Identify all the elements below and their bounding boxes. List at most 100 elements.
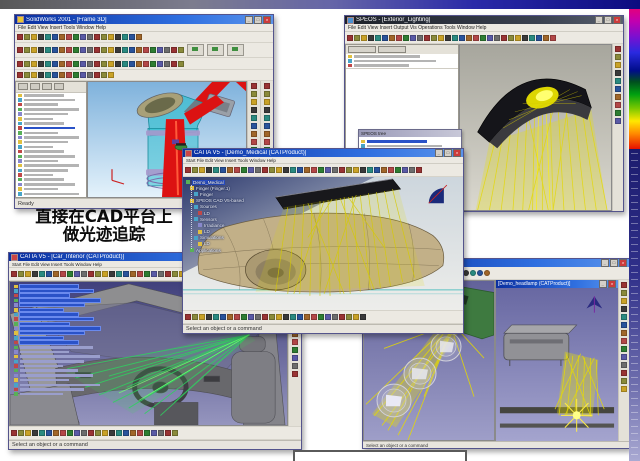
toolbar-icon[interactable] bbox=[45, 61, 51, 67]
toolbar-icon[interactable] bbox=[38, 34, 44, 40]
toolbar-icon[interactable] bbox=[143, 61, 149, 67]
toolbar-icon[interactable] bbox=[388, 167, 394, 173]
toolbar-icon[interactable] bbox=[459, 35, 465, 41]
toolbar-icon[interactable] bbox=[59, 34, 65, 40]
toolbar-icon[interactable] bbox=[116, 430, 122, 436]
toolbar-icon[interactable] bbox=[66, 47, 72, 53]
toolbar-icon[interactable] bbox=[151, 430, 157, 436]
toolbar-icon[interactable] bbox=[292, 355, 298, 361]
viewport-carbody[interactable]: Demo_Medical Finger (Finger.1) Finger SP… bbox=[183, 177, 463, 310]
toolbar-icon[interactable] bbox=[95, 271, 101, 277]
right-tool-column[interactable] bbox=[612, 44, 623, 211]
toolbar-icon[interactable] bbox=[375, 35, 381, 41]
toolbar-icon[interactable] bbox=[615, 70, 621, 76]
toolbar-icon[interactable] bbox=[25, 271, 31, 277]
toolbar-icon[interactable] bbox=[25, 430, 31, 436]
toolbar-icon[interactable] bbox=[353, 314, 359, 320]
toolbar-icon[interactable] bbox=[101, 47, 107, 53]
child-close-button[interactable]: x bbox=[608, 280, 616, 288]
toolbar-icon[interactable] bbox=[360, 314, 366, 320]
toolbar-icon[interactable] bbox=[136, 47, 142, 53]
toolbar-icon[interactable] bbox=[615, 78, 621, 84]
toolbar-icon[interactable] bbox=[241, 167, 247, 173]
toolbar[interactable] bbox=[183, 164, 463, 177]
toolbar-icon[interactable] bbox=[621, 330, 627, 336]
minimize-button[interactable]: _ bbox=[245, 16, 253, 24]
toolbar-icon[interactable] bbox=[192, 314, 198, 320]
toolbar-icon[interactable] bbox=[87, 47, 93, 53]
menubar[interactable]: Start File Edit View Insert Tools Window… bbox=[183, 157, 463, 164]
model-list[interactable] bbox=[346, 54, 458, 69]
toolbar-icon[interactable] bbox=[431, 35, 437, 41]
toolbar-icon[interactable] bbox=[416, 167, 422, 173]
toolbar-icon[interactable] bbox=[206, 167, 212, 173]
toolbar-icon[interactable] bbox=[24, 34, 30, 40]
toolbar-icon[interactable] bbox=[171, 61, 177, 67]
toolbar-icon[interactable] bbox=[95, 430, 101, 436]
child-minimize-button[interactable]: _ bbox=[599, 280, 607, 288]
toolbar-icon[interactable] bbox=[80, 61, 86, 67]
toolbar-icon[interactable] bbox=[438, 35, 444, 41]
palette-titlebar[interactable]: SPEOS tree bbox=[359, 130, 461, 137]
toolbar-icon[interactable] bbox=[515, 35, 521, 41]
toolbar-icon[interactable] bbox=[102, 271, 108, 277]
toolbar-icon[interactable] bbox=[101, 34, 107, 40]
toolbar-icon[interactable] bbox=[251, 139, 257, 145]
toolbar-icon[interactable] bbox=[395, 167, 401, 173]
toolbar-icon[interactable] bbox=[621, 338, 627, 344]
toolbar-icon[interactable] bbox=[115, 34, 121, 40]
toolbar-icon[interactable] bbox=[227, 314, 233, 320]
toolbar-icon[interactable] bbox=[81, 430, 87, 436]
toolbar-icon[interactable] bbox=[123, 430, 129, 436]
toolbar-icon[interactable] bbox=[59, 61, 65, 67]
toolbar-icon[interactable] bbox=[38, 47, 44, 53]
toolbar-icon[interactable] bbox=[262, 314, 268, 320]
toolbar-icon[interactable] bbox=[108, 61, 114, 67]
toolbar-icon[interactable] bbox=[264, 107, 270, 113]
toolbar-icon[interactable] bbox=[251, 123, 257, 129]
toolbar-icon[interactable] bbox=[122, 34, 128, 40]
toolbar-icon[interactable] bbox=[621, 378, 627, 384]
toolbar-icon[interactable] bbox=[45, 72, 51, 78]
toolbar-icon[interactable] bbox=[241, 314, 247, 320]
toolbar-icon[interactable] bbox=[130, 271, 136, 277]
tree-item[interactable]: Applications bbox=[190, 247, 244, 253]
toolbar-icon[interactable] bbox=[31, 34, 37, 40]
bottom-text-box[interactable] bbox=[293, 450, 467, 461]
toolbar-icon[interactable] bbox=[251, 107, 257, 113]
toolbar-icon[interactable] bbox=[410, 35, 416, 41]
toolbar-icon[interactable] bbox=[353, 167, 359, 173]
toolbar-icon[interactable] bbox=[213, 314, 219, 320]
maximize-button[interactable]: □ bbox=[254, 16, 262, 24]
toolbar-icon[interactable] bbox=[171, 47, 177, 53]
toolbar-icon[interactable] bbox=[297, 167, 303, 173]
toolbar-icon[interactable] bbox=[536, 35, 542, 41]
toolbar-icon[interactable] bbox=[290, 167, 296, 173]
toolbar-icon[interactable] bbox=[354, 35, 360, 41]
tree-item[interactable]: SPEOS CAD V5-based bbox=[190, 198, 244, 204]
viewport-canvas[interactable] bbox=[496, 288, 618, 441]
toolbar-icon[interactable] bbox=[381, 167, 387, 173]
toolbar-icon[interactable] bbox=[227, 167, 233, 173]
toolbar-icon[interactable] bbox=[615, 102, 621, 108]
toolbar-icon[interactable] bbox=[80, 47, 86, 53]
toolbar-icon[interactable] bbox=[621, 386, 627, 392]
toolbar-icon[interactable] bbox=[136, 34, 142, 40]
toolbar-icon[interactable] bbox=[621, 362, 627, 368]
toolbar-icon[interactable] bbox=[24, 61, 30, 67]
toolbar-icon[interactable] bbox=[116, 271, 122, 277]
toolbar-icon[interactable] bbox=[94, 47, 100, 53]
group-button-components[interactable] bbox=[227, 44, 244, 56]
toolbar-icon[interactable] bbox=[374, 167, 380, 173]
toolbar-icon[interactable] bbox=[185, 167, 191, 173]
viewport-canvas[interactable] bbox=[460, 45, 611, 210]
toolbar-icon[interactable] bbox=[251, 91, 257, 97]
close-button[interactable]: x bbox=[619, 259, 627, 267]
toolbar-icon[interactable] bbox=[74, 271, 80, 277]
titlebar[interactable]: SolidWorks 2001 - [Frame 3D] _□x bbox=[15, 15, 273, 24]
tree-row[interactable] bbox=[346, 63, 458, 68]
toolbar-icon[interactable] bbox=[17, 61, 23, 67]
toolbar-icon[interactable] bbox=[403, 35, 409, 41]
toolbar-icon[interactable] bbox=[94, 34, 100, 40]
toolbar-icon[interactable] bbox=[615, 110, 621, 116]
